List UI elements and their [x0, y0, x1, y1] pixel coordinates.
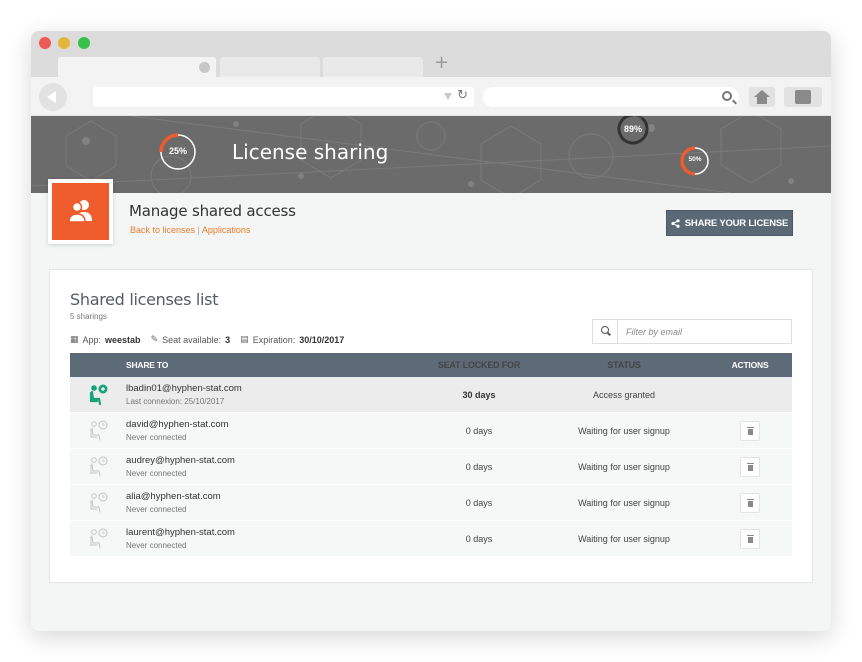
reload-icon[interactable]: ↻ — [457, 88, 468, 103]
share-button-label: SHARE YOUR LICENSE — [684, 217, 789, 229]
expiration-value: 30/10/2017 — [299, 335, 345, 345]
window-icon — [795, 90, 811, 104]
banner-background-pattern — [31, 116, 831, 193]
seat-active-icon — [70, 384, 126, 406]
row-seat-locked: 0 days — [465, 497, 493, 508]
row-seat-locked: 0 days — [465, 533, 493, 544]
gauge-25: 25% — [158, 132, 198, 172]
calendar-icon: ▤ — [240, 335, 249, 345]
browser-tab-active[interactable] — [58, 57, 216, 77]
seat-pending-icon — [70, 528, 126, 550]
share-license-button[interactable]: SHARE YOUR LICENSE — [666, 210, 793, 236]
breadcrumb-separator: | — [197, 225, 200, 235]
back-to-licenses-link[interactable]: Back to licenses — [130, 225, 195, 235]
browser-window: + ↻ 25% 89% 50% License sharing Manage s… — [31, 31, 831, 631]
row-status: Waiting for user signup — [578, 497, 670, 508]
row-connection-info: Last connexion: 25/10/2017 — [126, 397, 225, 406]
table-row[interactable]: lbadin01@hyphen-stat.com Last connexion:… — [70, 377, 792, 413]
search-icon — [593, 320, 618, 343]
expiration-label: Expiration: — [252, 335, 296, 345]
row-seat-locked: 0 days — [465, 461, 493, 472]
home-button[interactable] — [749, 87, 775, 107]
table-row[interactable]: alia@hyphen-stat.com Never connected 0 d… — [70, 485, 792, 521]
gauge-label: 50% — [688, 156, 702, 163]
gauge-89: 89% — [616, 116, 650, 146]
chevron-down-icon[interactable] — [444, 93, 452, 100]
row-status: Access granted — [592, 389, 656, 400]
filter-email-input[interactable] — [618, 320, 788, 343]
shared-licenses-table: SHARE TO SEAT LOCKED FOR STATUS ACTIONS … — [70, 353, 792, 557]
email-filter — [592, 319, 792, 344]
browser-toolbar: ↻ — [31, 77, 831, 116]
section-title: Manage shared access — [129, 202, 296, 220]
seat-pending-icon — [70, 456, 126, 478]
grid-icon: ▦ — [70, 335, 79, 345]
app-logo — [48, 179, 113, 244]
tag-icon: ✎ — [150, 335, 159, 345]
minimize-window-button[interactable] — [58, 37, 70, 49]
row-seat-locked: 30 days — [462, 389, 496, 400]
extension-button[interactable] — [784, 87, 822, 107]
app-label: App: — [82, 335, 102, 345]
applications-link[interactable]: Applications — [202, 225, 251, 235]
delete-trash-icon[interactable] — [740, 420, 760, 441]
page-title: License sharing — [232, 140, 389, 164]
new-tab-plus-icon[interactable]: + — [434, 53, 449, 73]
delete-trash-icon[interactable] — [740, 528, 760, 549]
column-share-to[interactable]: SHARE TO — [126, 360, 418, 370]
card-title: Shared licenses list — [70, 290, 219, 309]
gauge-label: 89% — [623, 124, 642, 134]
row-status: Waiting for user signup — [578, 533, 670, 544]
row-email: alia@hyphen-stat.com — [126, 491, 221, 502]
row-seat-locked: 0 days — [465, 425, 493, 436]
seat-value: 3 — [225, 335, 231, 345]
users-icon — [68, 200, 92, 223]
shared-licenses-card: Shared licenses list 5 sharings ▦ App: w… — [49, 269, 813, 583]
column-actions: ACTIONS — [731, 360, 769, 370]
title-bar: + — [31, 31, 831, 77]
column-seat-locked[interactable]: SEAT LOCKED FOR — [418, 360, 540, 370]
browser-tab[interactable] — [323, 57, 423, 77]
gauge-50: 50% — [679, 145, 711, 177]
address-bar[interactable]: ↻ — [93, 87, 474, 107]
row-connection-info: Never connected — [126, 541, 187, 550]
close-window-button[interactable] — [39, 37, 51, 49]
maximize-window-button[interactable] — [78, 37, 90, 49]
delete-trash-icon[interactable] — [740, 492, 760, 513]
breadcrumb: Back to licenses | Applications — [130, 225, 250, 235]
delete-trash-icon[interactable] — [740, 456, 760, 477]
row-status: Waiting for user signup — [578, 461, 670, 472]
row-email: audrey@hyphen-stat.com — [126, 455, 235, 466]
row-email: lbadin01@hyphen-stat.com — [126, 383, 242, 394]
app-value: weestab — [105, 335, 141, 345]
back-button[interactable] — [39, 83, 67, 111]
search-icon — [722, 91, 732, 101]
row-email: david@hyphen-stat.com — [126, 419, 229, 430]
home-icon — [754, 90, 770, 97]
column-status[interactable]: STATUS — [540, 360, 708, 370]
row-connection-info: Never connected — [126, 505, 187, 514]
table-row[interactable]: laurent@hyphen-stat.com Never connected … — [70, 521, 792, 557]
row-connection-info: Never connected — [126, 433, 187, 442]
table-row[interactable]: david@hyphen-stat.com Never connected 0 … — [70, 413, 792, 449]
seat-label: Seat available: — [162, 335, 222, 345]
license-meta: ▦ App: weestab ✎ Seat available: 3 ▤ Exp… — [70, 335, 344, 345]
table-row[interactable]: audrey@hyphen-stat.com Never connected 0… — [70, 449, 792, 485]
sharings-count: 5 sharings — [70, 312, 107, 321]
seat-pending-icon — [70, 420, 126, 442]
table-body: lbadin01@hyphen-stat.com Last connexion:… — [70, 377, 792, 557]
header-banner: 25% 89% 50% License sharing — [31, 116, 831, 193]
table-header: SHARE TO SEAT LOCKED FOR STATUS ACTIONS — [70, 353, 792, 377]
seat-pending-icon — [70, 492, 126, 514]
row-status: Waiting for user signup — [578, 425, 670, 436]
tab-close-icon[interactable] — [199, 62, 210, 73]
browser-search-bar[interactable] — [483, 87, 739, 107]
share-icon — [671, 218, 680, 228]
gauge-label: 25% — [168, 146, 187, 156]
page-content: 25% 89% 50% License sharing Manage share… — [31, 116, 831, 631]
row-connection-info: Never connected — [126, 469, 187, 478]
row-email: laurent@hyphen-stat.com — [126, 527, 235, 538]
browser-tab[interactable] — [220, 57, 320, 77]
